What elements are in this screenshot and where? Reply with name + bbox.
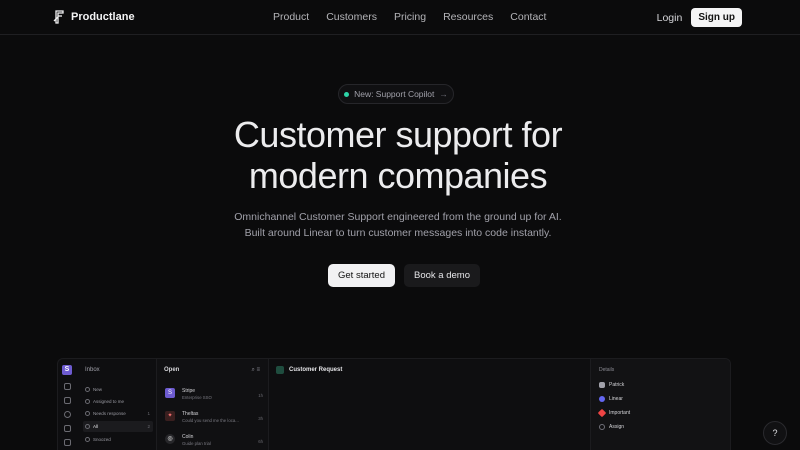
conversation-time: 1h [258, 393, 263, 398]
linear-icon [599, 396, 605, 402]
inbox-item-snoozed: Snoozed [83, 434, 153, 445]
grid-icon [64, 397, 71, 404]
nav-auth: Login Sign up [657, 8, 742, 27]
conversation-name: Colin [182, 434, 194, 440]
hero-subheadline: Omnichannel Customer Support engineered … [0, 209, 796, 241]
conversation-message: Enterprise SSO [182, 395, 212, 400]
detail-row-priority: Important [597, 408, 631, 418]
inbox-item-assigned: Assigned to me [83, 396, 153, 407]
conversation-name: Theltas [182, 411, 199, 417]
priority-icon [597, 408, 607, 418]
nav-link-contact[interactable]: Contact [510, 11, 546, 23]
login-link[interactable]: Login [657, 12, 683, 24]
request-icon [276, 366, 284, 374]
inbox-item-label: Snoozed [93, 437, 111, 442]
workspace-logo-icon: S [62, 365, 72, 375]
conversation-time: 6h [258, 439, 263, 444]
circle-icon [85, 424, 90, 429]
inbox-item-label: Assigned to me [93, 399, 125, 404]
detail-label: Assign [609, 424, 625, 430]
top-navigation: Productlane Product Customers Pricing Re… [0, 0, 800, 35]
conversation-item: S Stripe Enterprise SSO 1h [163, 388, 265, 410]
conversation-item: ✦ Theltas Could you send me the loca... … [163, 411, 265, 433]
nav-link-resources[interactable]: Resources [443, 11, 493, 23]
circle-icon [85, 399, 90, 404]
inbox-item-label: Needs response [93, 411, 126, 416]
subheadline-line-2: Built around Linear to turn customer mes… [244, 227, 552, 239]
headline-line-2: modern companies [248, 155, 548, 196]
inbox-item-new: New [83, 384, 153, 395]
badge-text: New: Support Copilot [354, 89, 435, 99]
inbox-item-label: New [93, 387, 103, 392]
details-title: Details [599, 367, 615, 373]
nav-link-pricing[interactable]: Pricing [394, 11, 426, 23]
help-button[interactable]: ? [763, 421, 787, 445]
detail-row-assign: Assign [599, 424, 624, 430]
nav-link-customers[interactable]: Customers [326, 11, 377, 23]
circle-icon [85, 387, 90, 392]
preview-details-panel: Details Patrick Linear Important Assign [590, 359, 730, 450]
inbox-item-label: All [93, 424, 99, 429]
announcement-badge[interactable]: New: Support Copilot → [338, 84, 454, 104]
inbox-item-needs-response: Needs response 1 [83, 408, 153, 419]
book-demo-button[interactable]: Book a demo [404, 264, 480, 287]
detail-label: Linear [609, 396, 623, 402]
conversation-message: Could you send me the loca... [182, 418, 239, 423]
inbox-title: Inbox [85, 367, 100, 373]
detail-label: Important [609, 410, 631, 416]
avatar: ✦ [165, 411, 175, 421]
preview-inbox-column: Inbox New Assigned to me Needs response … [78, 359, 157, 450]
inbox-item-count: 2 [147, 424, 150, 429]
assign-icon [599, 424, 605, 430]
inbox-item-all: All 2 [83, 421, 153, 432]
conversation-time: 3h [258, 416, 263, 421]
inbox-item-count: 1 [147, 411, 150, 416]
arrow-right-icon: → [439, 89, 448, 99]
preview-icon-rail: S [58, 359, 78, 450]
conversation-item: ◎ Colin Guide plan trial 6h [163, 434, 265, 450]
nav-link-product[interactable]: Product [273, 11, 309, 23]
get-started-button[interactable]: Get started [328, 264, 395, 287]
status-dot-icon [344, 91, 350, 97]
preview-open-column: Open ⌕ ≡ S Stripe Enterprise SSO 1h ✦ Th… [157, 359, 269, 450]
avatar: ◎ [165, 434, 175, 444]
conversation-name: Stripe [182, 388, 196, 394]
brand-name: Productlane [71, 11, 135, 23]
inbox-icon [64, 383, 71, 390]
signup-button[interactable]: Sign up [691, 8, 742, 27]
nav-links: Product Customers Pricing Resources Cont… [273, 11, 563, 23]
avatar: S [165, 388, 175, 398]
hero-headline: Customer support for modern companies [0, 114, 796, 196]
preview-main-column: Customer Request [269, 359, 587, 450]
request-header: Customer Request [276, 366, 342, 374]
open-title: Open [164, 367, 180, 373]
settings-icon [64, 411, 71, 418]
detail-row-assignee: Patrick [599, 382, 624, 388]
brand-logo[interactable]: Productlane [53, 10, 135, 24]
subheadline-line-1: Omnichannel Customer Support engineered … [234, 211, 562, 223]
sync-icon [64, 425, 71, 432]
conversation-message: Guide plan trial [182, 441, 211, 446]
circle-icon [85, 411, 90, 416]
people-icon [64, 439, 71, 446]
productlane-logo-icon [53, 10, 64, 24]
circle-icon [85, 437, 90, 442]
app-preview: S Inbox New Assigned to me Needs respons… [57, 358, 731, 450]
detail-label: Patrick [609, 382, 625, 388]
hero-cta-group: Get started Book a demo [328, 264, 480, 287]
search-filter-icon: ⌕ ≡ [251, 367, 260, 373]
user-icon [599, 382, 605, 388]
request-title: Customer Request [289, 367, 343, 373]
headline-line-1: Customer support for [233, 114, 563, 155]
detail-row-linear: Linear [599, 396, 623, 402]
